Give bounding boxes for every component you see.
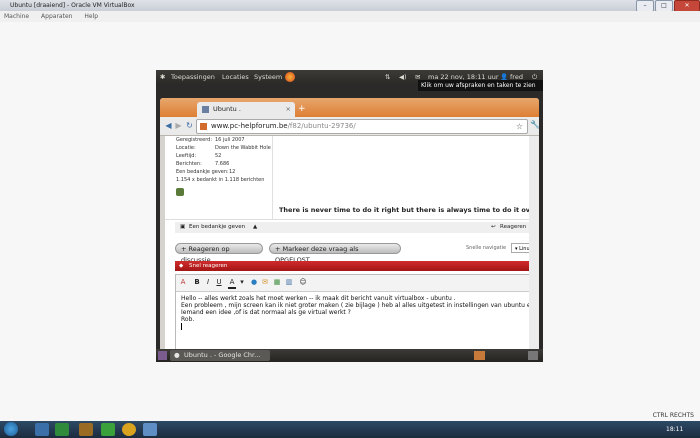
vbox-statusbar: CTRL RECHTS: [0, 410, 700, 421]
taskbar-clock[interactable]: 18:11: [666, 421, 683, 438]
post-actions-bar: ▣ Een bedankje geven ▲ ↩ Reageren: [175, 222, 539, 233]
user-status-icon: [176, 188, 184, 196]
bookmark-star-icon[interactable]: ☆: [516, 120, 523, 133]
text-line: Een probleem , mijn screen kan ik niet g…: [181, 302, 539, 309]
smiley-icon[interactable]: ☺: [299, 278, 307, 287]
menu-machine[interactable]: Machine: [4, 13, 29, 20]
vbox-titlebar: Ubuntu [draaiend] - Oracle VM VirtualBox…: [0, 0, 700, 12]
site-icon: [200, 123, 207, 130]
forward-icon[interactable]: ▶: [173, 120, 184, 131]
detail-label: Locatie:: [176, 145, 196, 151]
detail-value: 12: [229, 169, 236, 175]
bold-icon[interactable]: B: [193, 278, 201, 287]
video-icon[interactable]: ▥: [285, 278, 293, 287]
url-domain: www.pc-helpforum.be: [211, 122, 288, 130]
app-icon[interactable]: [79, 423, 93, 436]
wrench-icon[interactable]: 🔧: [530, 120, 539, 129]
thanks-button[interactable]: Een bedankje geven: [189, 222, 245, 233]
ubuntu-logo-icon[interactable]: ✱: [160, 70, 165, 84]
taskbar-window-button[interactable]: ● Ubuntu . - Google Chr...: [170, 350, 270, 361]
thanks-summary: 1.154 x bedankt in 1.118 berichten: [176, 177, 265, 183]
report-icon[interactable]: ▲: [253, 222, 257, 233]
detail-value: 52: [215, 153, 222, 159]
reply-editor[interactable]: A B I U A ▾ ● ✉ ▦ ▥ ☺ Hello -- alles wer…: [175, 274, 539, 350]
quick-reply-icon: ◆: [179, 263, 184, 269]
image-icon[interactable]: ▦: [273, 278, 281, 287]
app-icon[interactable]: [101, 423, 115, 436]
reply-discussion-button[interactable]: + Reageren op discussie: [175, 243, 263, 264]
navigation-bar: ◀ ▶ ↻ www.pc-helpforum.be/f82/ubuntu-297…: [160, 117, 539, 136]
reload-icon[interactable]: ↻: [184, 120, 195, 131]
signature-text: There is never time to do it right but t…: [279, 206, 539, 214]
window-title: Ubuntu [draaiend] - Oracle VM VirtualBox: [10, 2, 135, 9]
virtualbox-icon[interactable]: [143, 423, 157, 436]
browser-window: Ubuntu . × + ◀ ▶ ↻ www.pc-helpforum.be/f…: [160, 98, 539, 360]
url-bar[interactable]: www.pc-helpforum.be/f82/ubuntu-29736/ ☆: [196, 119, 528, 134]
text-line: Iemand een idee ,of is dat normaal als g…: [181, 309, 351, 316]
link-icon[interactable]: ●: [250, 278, 258, 287]
italic-icon[interactable]: I: [204, 278, 212, 287]
reply-icon[interactable]: ↩: [491, 222, 496, 233]
email-link-icon[interactable]: ✉: [261, 278, 269, 287]
quick-reply-title: Snel reageren: [189, 263, 228, 269]
firefox-launcher-icon[interactable]: [285, 72, 295, 82]
taskbar-window-title: Ubuntu . - Google Chr...: [184, 351, 261, 359]
workspace-switcher-icon[interactable]: [474, 351, 485, 360]
separator: [165, 219, 539, 220]
url-path: /f82/ubuntu-29736/: [287, 122, 356, 130]
new-tab-icon[interactable]: +: [298, 104, 308, 114]
text-line: Hello -- alles werkt zoals het moet werk…: [181, 295, 456, 302]
chrome-icon[interactable]: [122, 423, 136, 436]
guest-screen[interactable]: ✱ Toepassingen Locaties Systeem ⇅ ◀) ✉ m…: [156, 70, 543, 362]
detail-value: 16 juli 2007: [215, 137, 245, 143]
network-icon[interactable]: ⇅: [385, 70, 390, 84]
close-tab-icon[interactable]: ×: [286, 102, 291, 117]
menu-places[interactable]: Locaties: [222, 70, 249, 84]
menu-devices[interactable]: Apparaten: [41, 13, 72, 20]
tab-title: Ubuntu .: [213, 105, 241, 113]
detail-label: Een bedankje geven:: [176, 169, 229, 175]
start-button-icon[interactable]: [4, 422, 18, 436]
color-dropdown-icon[interactable]: ▾: [238, 278, 246, 287]
tab-strip: Ubuntu . × +: [160, 98, 539, 117]
browser-tab[interactable]: Ubuntu . ×: [197, 102, 295, 117]
volume-icon[interactable]: ◀): [399, 70, 407, 84]
text-cursor: [181, 323, 182, 330]
show-desktop-icon[interactable]: [158, 351, 167, 360]
mark-solved-button[interactable]: + Markeer deze vraag als OPGELOST: [269, 243, 401, 264]
menu-system[interactable]: Systeem: [254, 70, 282, 84]
explorer-icon[interactable]: [35, 423, 49, 436]
ubuntu-bottom-panel: ● Ubuntu . - Google Chr...: [156, 349, 543, 362]
ubuntu-desktop: Ubuntu . × + ◀ ▶ ↻ www.pc-helpforum.be/f…: [156, 84, 543, 360]
post-divider: [272, 136, 273, 219]
menu-help[interactable]: Help: [84, 13, 98, 20]
text-line: Rob.: [181, 316, 195, 323]
trash-icon[interactable]: [528, 351, 538, 360]
font-color-icon[interactable]: A: [228, 278, 236, 289]
menu-applications[interactable]: Toepassingen: [171, 70, 215, 84]
vertical-scrollbar[interactable]: [529, 136, 539, 360]
quick-nav-label: Snelle navigatie: [466, 245, 507, 251]
favicon-icon: [202, 106, 209, 113]
detail-label: Berichten:: [176, 161, 202, 167]
page-content: Geregistreerd: 16 juli 2007 Locatie: Dow…: [165, 136, 539, 360]
chrome-icon: ●: [174, 351, 180, 359]
detail-label: Geregistreerd:: [176, 137, 213, 143]
calendar-tooltip: Klik om uw afspraken en taken te zien: [418, 80, 543, 91]
reply-link[interactable]: Reageren: [500, 222, 526, 233]
host-key-label: CTRL RECHTS: [652, 412, 694, 419]
detail-value: 7.686: [215, 161, 230, 167]
app-icon[interactable]: [55, 423, 69, 436]
quick-reply-header: ◆ Snel reageren: [175, 261, 539, 271]
detail-label: Leeftijd:: [176, 153, 197, 159]
windows-taskbar: 18:11: [0, 421, 700, 438]
remove-format-icon[interactable]: A: [179, 278, 187, 287]
reply-textarea[interactable]: Hello -- alles werkt zoals het moet werk…: [181, 295, 539, 330]
detail-value: Down the Wabbit Hole: [215, 145, 271, 151]
thanks-icon[interactable]: ▣: [180, 222, 185, 233]
editor-toolbar: A B I U A ▾ ● ✉ ▦ ▥ ☺: [176, 275, 539, 292]
underline-icon[interactable]: U: [215, 278, 223, 287]
